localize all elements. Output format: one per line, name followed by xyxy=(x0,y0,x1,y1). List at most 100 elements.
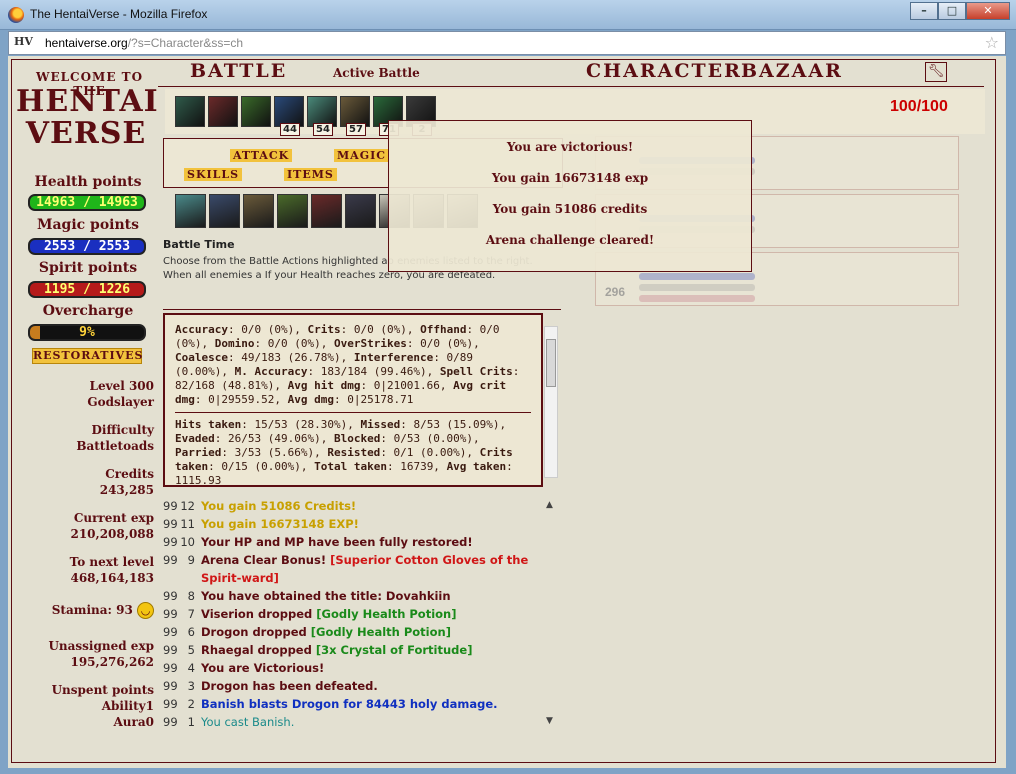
restoratives-button[interactable]: RESTORATIVES xyxy=(32,348,143,364)
bookmark-star-icon[interactable]: ☆ xyxy=(985,33,999,52)
status-effect-icon[interactable] xyxy=(175,96,205,127)
stat-value: : 0/0 (0%), xyxy=(340,323,421,336)
minimize-button[interactable]: – xyxy=(910,2,938,20)
attack-button[interactable]: ATTACK xyxy=(230,149,293,162)
log-entry: 99 3 Drogon has been defeated. xyxy=(163,677,558,695)
popup-credits: You gain 51086 credits xyxy=(492,202,648,216)
stats-scroll-thumb[interactable] xyxy=(546,339,556,387)
logo[interactable]: HENTAI VERSE xyxy=(16,84,159,151)
log-text-part: You gain 51086 Credits! xyxy=(201,499,357,513)
log-scroll-up-icon[interactable]: ▲ xyxy=(546,500,553,510)
difficulty-info: Difficulty Battletoads xyxy=(8,422,158,454)
close-button[interactable]: ✕ xyxy=(966,2,1010,20)
overcharge-fill xyxy=(30,326,41,339)
stat-name: Evaded xyxy=(175,432,215,445)
smiley-face-icon: ◡ xyxy=(137,602,154,619)
left-panel: WELCOME TO THE HENTAI VERSE Health points… xyxy=(8,56,158,756)
stat-name: Blocked xyxy=(333,432,381,445)
log-text: Viserion dropped [Godly Health Potion] xyxy=(201,605,558,623)
stat-value: : 0|29559.52, xyxy=(194,393,288,406)
quickbar-skill-slot[interactable] xyxy=(311,194,342,228)
stats-scrollbar[interactable] xyxy=(544,326,558,478)
ability-row: Ability1 xyxy=(8,698,154,714)
status-effect-icon[interactable]: 44 xyxy=(274,96,304,136)
nav-character[interactable]: CHARACTER xyxy=(586,60,742,82)
logo-line1: HENTAI xyxy=(16,84,159,119)
enemy-sp-bar xyxy=(639,295,755,302)
quickbar-skill-slot[interactable] xyxy=(277,194,308,228)
stat-name: Coalesce xyxy=(175,351,228,364)
spirit-label: Spirit points xyxy=(38,260,138,276)
credits-label: Credits xyxy=(105,467,154,481)
aura-row: Aura0 xyxy=(8,714,155,730)
maximize-button[interactable]: □ xyxy=(938,2,966,20)
log-turn: 99 xyxy=(163,517,178,531)
stat-value: : 0/15 (0.00%), xyxy=(208,460,315,473)
enemy-mp-bar xyxy=(639,284,755,291)
log-text: Arena Clear Bonus! [Superior Cotton Glov… xyxy=(201,551,558,587)
log-entry: 99 10 Your HP and MP have been fully resto… xyxy=(163,533,558,551)
health-label: Health points xyxy=(34,174,142,190)
log-text: Your HP and MP have been fully restored! xyxy=(201,533,558,551)
log-text-part: Drogon dropped xyxy=(201,625,311,639)
log-text: Rhaegal dropped [3x Crystal of Fortitude… xyxy=(201,641,558,659)
status-effect-icon[interactable] xyxy=(208,96,238,127)
log-turn: 99 xyxy=(163,589,178,603)
stat-value: : 8/53 (15.09%), xyxy=(400,418,507,431)
address-bar[interactable]: HV hentaiverse.org/?s=Character&ss=ch ☆ xyxy=(8,31,1006,55)
victory-popup[interactable]: You are victorious! You gain 16673148 ex… xyxy=(388,120,752,272)
log-scroll-down-icon[interactable]: ▼ xyxy=(546,716,553,726)
stat-name: M. Accuracy xyxy=(234,365,308,378)
status-effect-icon[interactable]: 57 xyxy=(340,96,370,136)
spirit-bar: 1195 / 1226 xyxy=(28,281,146,298)
firefox-icon xyxy=(8,7,24,23)
log-text-part: [Godly Health Potion] xyxy=(316,607,457,621)
overcharge-value: 9% xyxy=(79,325,95,340)
log-text-part: Rhaegal dropped xyxy=(201,643,316,657)
overcharge-label: Overcharge xyxy=(42,303,134,319)
quickbar-skill-slot[interactable] xyxy=(175,194,206,228)
difficulty-label: Difficulty xyxy=(91,423,154,437)
stat-name: Hits taken xyxy=(175,418,242,431)
quickbar-skill-slot[interactable] xyxy=(243,194,274,228)
stat-name: Total taken xyxy=(314,460,387,473)
stat-value: : 3/53 (5.66%), xyxy=(221,446,328,459)
defense-stats: Hits taken: 15/53 (28.30%), Missed: 8/53… xyxy=(175,418,531,488)
ability-value: 1 xyxy=(145,699,154,713)
nav-battle[interactable]: BATTLE xyxy=(190,60,287,82)
unassigned-value: 195,276,262 xyxy=(70,655,154,669)
page: WELCOME TO THE HENTAI VERSE Health points… xyxy=(8,56,1006,768)
popup-victory: You are victorious! xyxy=(506,140,634,154)
stat-value: : 49/183 (26.78%), xyxy=(227,351,354,364)
url-text[interactable]: hentaiverse.org/?s=Character&ss=ch xyxy=(45,36,243,50)
exp-value: 210,208,088 xyxy=(70,527,154,541)
nav-bazaar[interactable]: BAZAAR xyxy=(741,60,843,82)
log-text-part: Viserion dropped xyxy=(201,607,317,621)
magic-button[interactable]: MAGIC xyxy=(334,149,390,162)
effect-counter: 44 xyxy=(280,123,300,136)
quickbar-skill-slot[interactable] xyxy=(209,194,240,228)
log-text: Drogon has been defeated. xyxy=(201,677,558,695)
stat-value: : 0|21001.66, xyxy=(360,379,454,392)
health-value: 14963 / 14963 xyxy=(36,195,138,210)
unassigned-label: Unassigned exp xyxy=(48,639,154,653)
status-effect-icon[interactable] xyxy=(241,96,271,127)
log-text-part: You have obtained the title: Dovahkiin xyxy=(201,589,451,603)
logo-line2: VERSE xyxy=(25,116,147,151)
log-text: You have obtained the title: Dovahkiin xyxy=(201,587,558,605)
skills-button[interactable]: SKILLS xyxy=(184,168,243,181)
log-index: 4 xyxy=(187,661,195,675)
popup-arena: Arena challenge cleared! xyxy=(485,233,655,247)
stat-value: : 16739, xyxy=(386,460,447,473)
wrench-icon[interactable]: 🔧︎ xyxy=(925,62,947,82)
ability-label: Ability xyxy=(101,699,146,713)
nav-active-battle[interactable]: Active Battle xyxy=(333,66,420,80)
overcharge-bar: 9% xyxy=(28,324,146,341)
quickbar-skill-slot[interactable] xyxy=(345,194,376,228)
items-button[interactable]: ITEMS xyxy=(284,168,337,181)
status-effect-icon[interactable]: 54 xyxy=(307,96,337,136)
stamina-label: Stamina: 93 xyxy=(51,603,133,617)
popup-exp: You gain 16673148 exp xyxy=(491,171,649,185)
stamina-info: Stamina: 93 ◡ xyxy=(8,602,158,619)
window-titlebar: The HentaiVerse - Mozilla Firefox – □ ✕ xyxy=(0,0,1016,30)
